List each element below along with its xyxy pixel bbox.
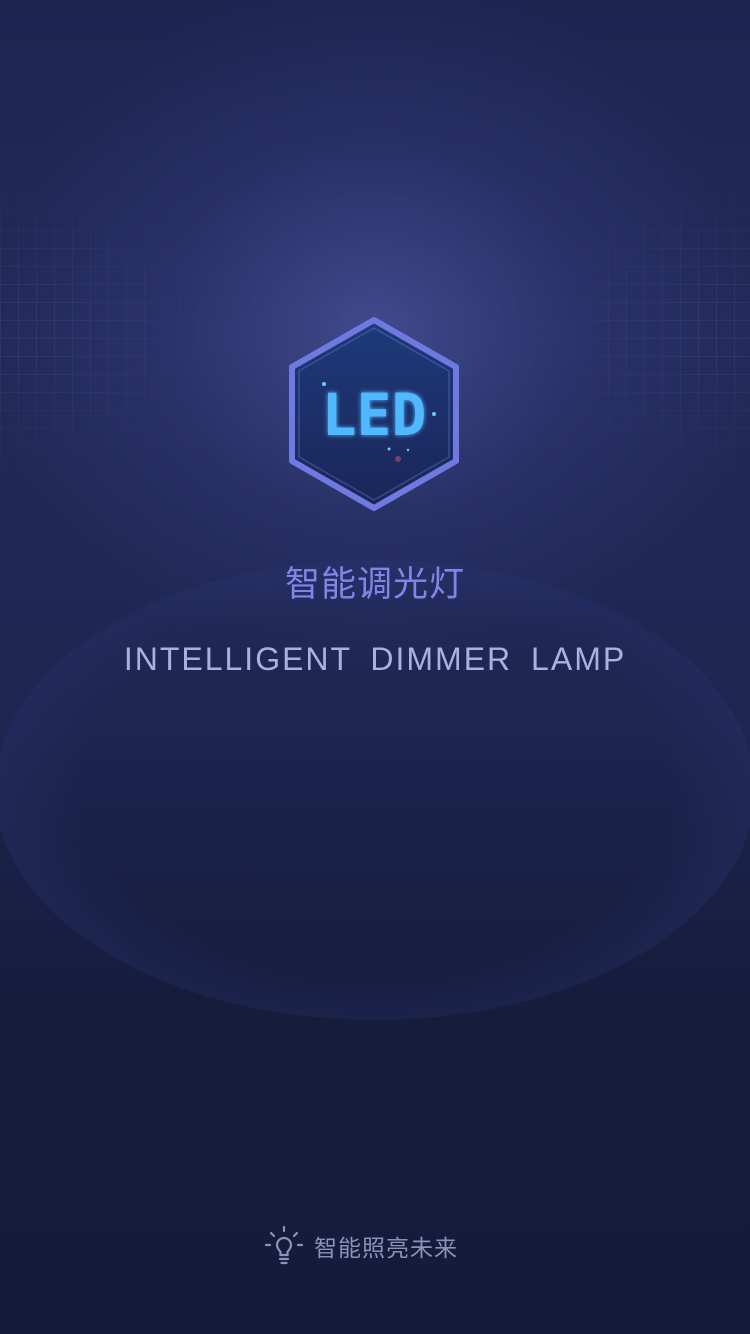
app-title-english: INTELLIGENT DIMMER LAMP: [123, 641, 627, 677]
logo-text: LED: [322, 381, 427, 449]
slogan: 智能照亮未来: [264, 1224, 458, 1268]
splash-screen: LED 智能调光灯 INTELLIGENT DIMMER LAMP 智能照亮未来: [0, 0, 750, 1334]
slogan-text: 智能照亮未来: [314, 1236, 458, 1262]
app-title-chinese: 智能调光灯: [284, 565, 465, 605]
background-glow: [0, 560, 750, 1020]
led-hexagon-icon: LED: [289, 317, 459, 511]
light-bulb-icon: [264, 1225, 304, 1265]
